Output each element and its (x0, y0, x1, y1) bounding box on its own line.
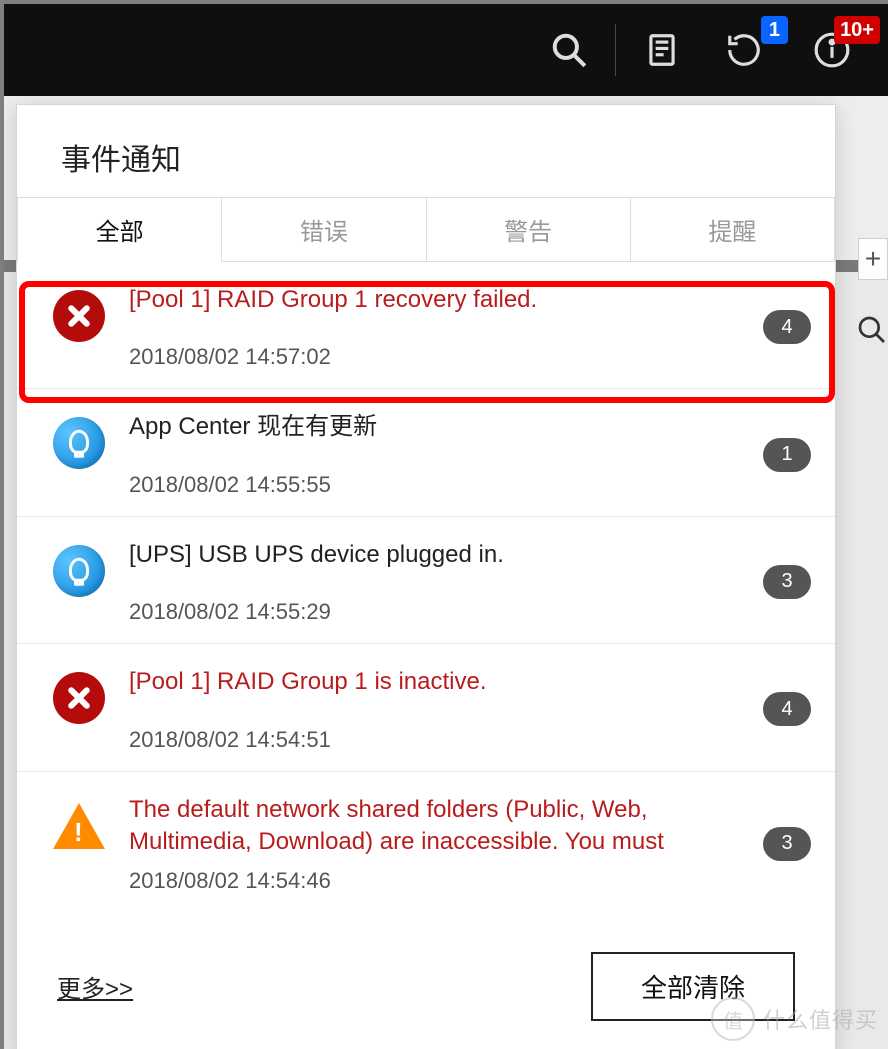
watermark-text: 什么值得买 (763, 1003, 878, 1035)
error-icon (51, 288, 107, 344)
notes-icon[interactable] (636, 24, 688, 76)
more-link[interactable]: 更多>> (57, 969, 133, 1004)
notification-timestamp: 2018/08/02 14:54:51 (129, 727, 741, 753)
watermark: 值 什么值得买 (711, 997, 878, 1041)
notification-message: App Center 现在有更新 (129, 411, 741, 443)
notification-panel: 事件通知 全部 错误 警告 提醒 [Pool 1] RAID Group 1 r… (16, 104, 836, 1049)
tab-warn[interactable]: 警告 (427, 198, 631, 262)
toolbar-divider (615, 24, 616, 76)
notification-message: The default network shared folders (Publ… (129, 794, 741, 859)
notification-timestamp: 2018/08/02 14:55:55 (129, 472, 741, 498)
background-toolbar-peek (838, 314, 888, 346)
info-badge: 10+ (834, 16, 880, 44)
notification-item[interactable]: [Pool 1] RAID Group 1 is inactive. 2018/… (17, 644, 835, 771)
notification-list: [Pool 1] RAID Group 1 recovery failed. 2… (17, 262, 835, 912)
info-icon[interactable]: 10+ (806, 24, 858, 76)
notification-item[interactable]: The default network shared folders (Publ… (17, 772, 835, 913)
notification-count: 4 (763, 310, 811, 344)
refresh-badge: 1 (761, 16, 788, 44)
tab-info[interactable]: 提醒 (631, 198, 835, 262)
notification-count: 3 (763, 827, 811, 861)
notification-message: [Pool 1] RAID Group 1 is inactive. (129, 666, 741, 698)
warning-icon (51, 798, 107, 854)
tab-all[interactable]: 全部 (17, 198, 222, 262)
notification-count: 1 (763, 438, 811, 472)
notification-item[interactable]: App Center 现在有更新 2018/08/02 14:55:55 1 (17, 389, 835, 516)
top-toolbar: 1 10+ (4, 4, 888, 96)
notification-message: [UPS] USB UPS device plugged in. (129, 539, 741, 571)
notification-timestamp: 2018/08/02 14:54:46 (129, 868, 741, 894)
notification-count: 3 (763, 565, 811, 599)
notification-tabs: 全部 错误 警告 提醒 (17, 197, 835, 262)
notification-item[interactable]: [Pool 1] RAID Group 1 recovery failed. 2… (17, 262, 835, 389)
panel-title: 事件通知 (17, 105, 835, 197)
notification-count: 4 (763, 692, 811, 726)
notification-timestamp: 2018/08/02 14:55:29 (129, 599, 741, 625)
info-bulb-icon (51, 543, 107, 599)
notification-message: [Pool 1] RAID Group 1 recovery failed. (129, 284, 741, 316)
tab-error[interactable]: 错误 (222, 198, 426, 262)
watermark-logo: 值 (711, 997, 755, 1041)
notification-timestamp: 2018/08/02 14:57:02 (129, 344, 741, 370)
new-tab-button[interactable]: + (858, 238, 888, 280)
notification-item[interactable]: [UPS] USB UPS device plugged in. 2018/08… (17, 517, 835, 644)
refresh-icon[interactable]: 1 (718, 24, 770, 76)
search-icon[interactable] (543, 24, 595, 76)
info-bulb-icon (51, 415, 107, 471)
error-icon (51, 670, 107, 726)
